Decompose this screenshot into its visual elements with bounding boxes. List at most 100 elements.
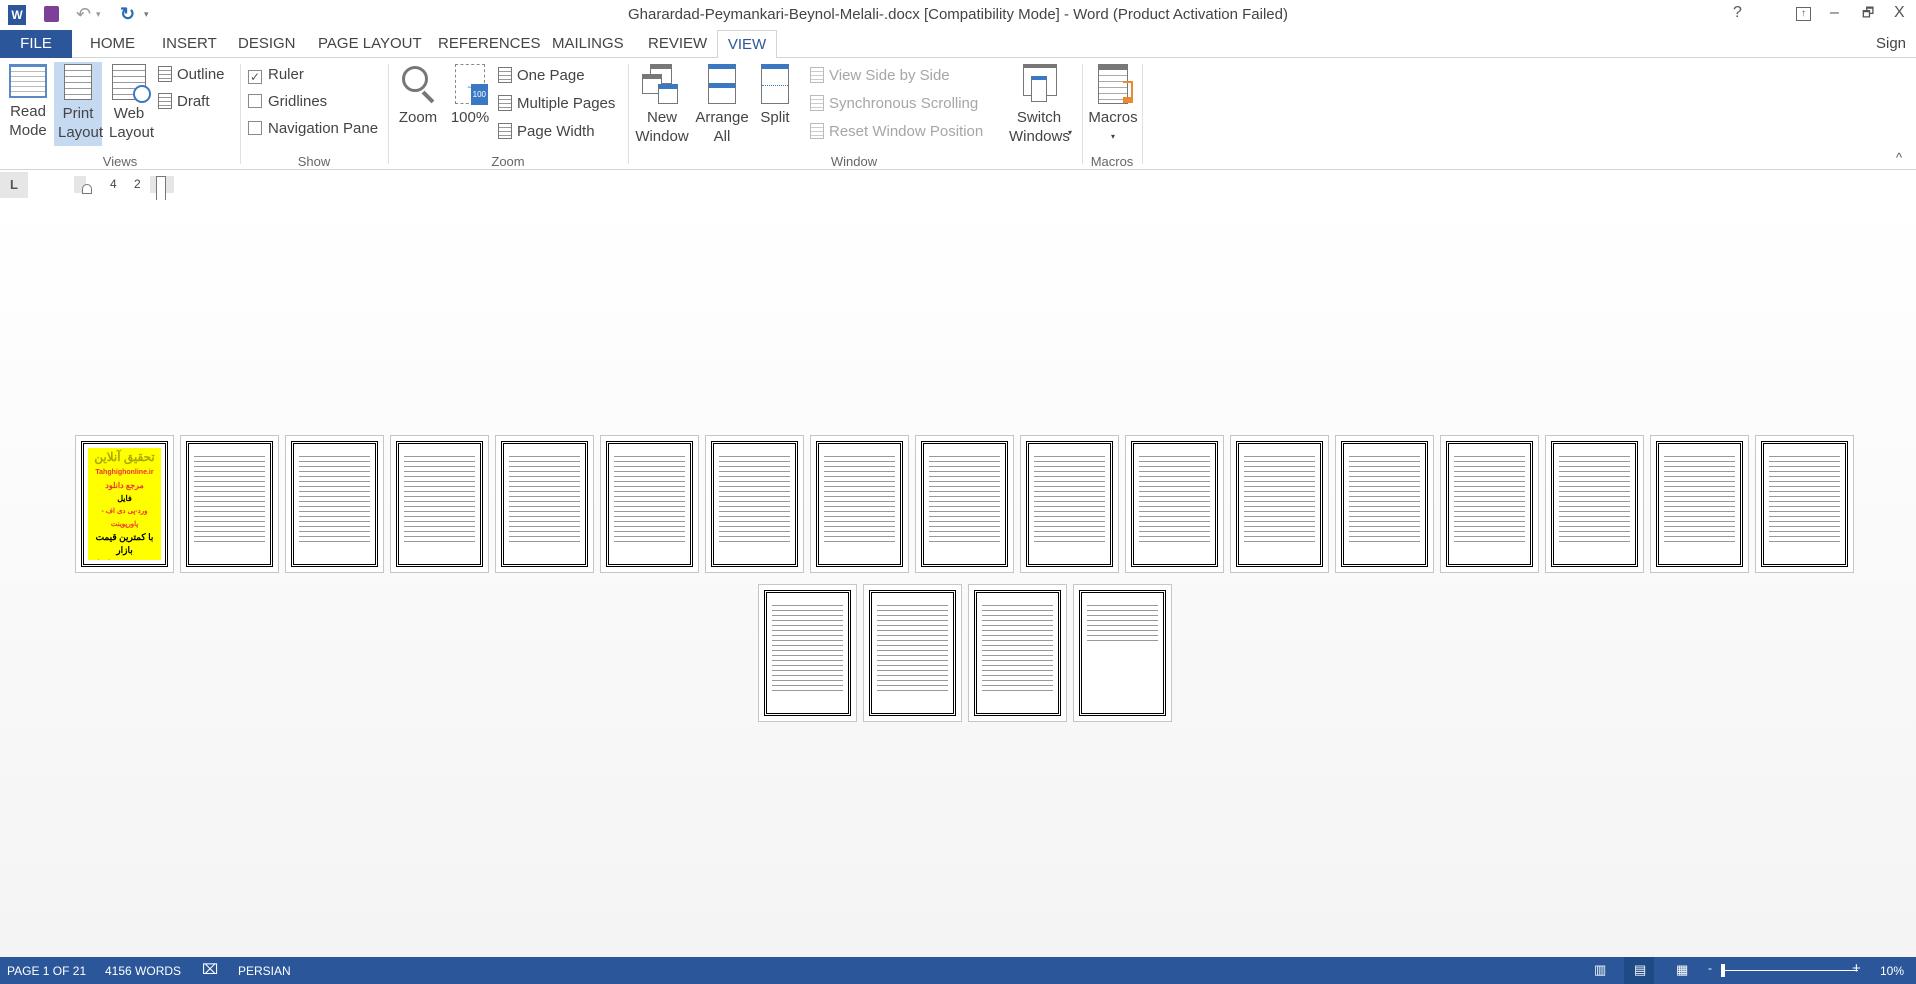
one-page-button[interactable]: One Page	[498, 65, 585, 87]
zoom-in-icon[interactable]: +	[1852, 960, 1861, 977]
page-width-button[interactable]: Page Width	[498, 121, 595, 143]
page-thumbnail[interactable]: تحقیق آنلاین Tahghighonline.ir مرجع دانلود…	[75, 435, 174, 573]
page-thumbnail[interactable]	[968, 584, 1067, 722]
page-thumbnail[interactable]	[915, 435, 1014, 573]
page-thumbnail[interactable]	[1230, 435, 1329, 573]
synchronous-scrolling-label: Synchronous Scrolling	[829, 95, 979, 112]
zoom-100-button[interactable]: →100 100%	[446, 64, 494, 127]
page-text-lines	[1349, 452, 1420, 544]
zoom-level[interactable]: 10%	[1880, 964, 1904, 978]
gridlines-label: Gridlines	[268, 93, 328, 110]
zoom-slider-thumb[interactable]	[1721, 964, 1726, 977]
page-border	[921, 441, 1008, 567]
page-text-lines	[1244, 452, 1315, 544]
page-border	[1079, 590, 1166, 716]
macros-button[interactable]: Macros ▾	[1086, 64, 1140, 146]
checkbox-unchecked-icon	[248, 94, 262, 108]
page-count[interactable]: PAGE 1 OF 21	[7, 964, 86, 978]
tab-review[interactable]: REVIEW	[640, 30, 715, 58]
page-thumbnail[interactable]	[285, 435, 384, 573]
draft-button[interactable]: Draft	[158, 91, 210, 113]
tab-file[interactable]: FILE	[0, 30, 72, 58]
page-border: تحقیق آنلاین Tahghighonline.ir مرجع دانلود…	[81, 441, 168, 567]
dropdown-arrow-icon: ▾	[1110, 132, 1115, 141]
arrange-all-button[interactable]: Arrange All	[692, 64, 752, 146]
page-thumbnail[interactable]	[1335, 435, 1434, 573]
web-layout-button[interactable]: Web Layout	[104, 64, 154, 142]
ribbon-display-options-button[interactable]: ↑	[1796, 7, 1811, 21]
reset-window-position-button[interactable]: Reset Window Position	[810, 121, 983, 143]
web-layout-view-icon[interactable]: ▦	[1676, 962, 1688, 978]
close-button[interactable]: X	[1894, 4, 1905, 22]
tab-design[interactable]: DESIGN	[230, 30, 304, 58]
read-mode-icon	[9, 64, 47, 98]
page-thumbnail[interactable]	[1073, 584, 1172, 722]
page-thumbnail[interactable]	[863, 584, 962, 722]
tab-insert[interactable]: INSERT	[154, 30, 225, 58]
navigation-pane-checkbox[interactable]: Navigation Pane	[248, 118, 378, 140]
tab-mailings[interactable]: MAILINGS	[544, 30, 632, 58]
side-by-side-icon	[810, 67, 824, 83]
split-button[interactable]: Split	[752, 64, 798, 127]
multiple-pages-button[interactable]: Multiple Pages	[498, 93, 615, 115]
collapse-ribbon-button[interactable]: ^	[1896, 150, 1902, 165]
page-thumbnail[interactable]	[1650, 435, 1749, 573]
page-thumbnail[interactable]	[495, 435, 594, 573]
minimize-button[interactable]: –	[1830, 4, 1839, 22]
tab-home[interactable]: HOME	[82, 30, 143, 58]
help-button[interactable]: ?	[1733, 4, 1742, 22]
page-thumbnail[interactable]	[1755, 435, 1854, 573]
page-thumbnail[interactable]	[810, 435, 909, 573]
new-window-button[interactable]: New Window	[632, 64, 692, 146]
tab-view[interactable]: VIEW	[717, 30, 777, 59]
status-bar: PAGE 1 OF 21 4156 WORDS ⌧ PERSIAN ▥ ▤ ▦ …	[0, 957, 1916, 984]
proofing-icon[interactable]: ⌧	[202, 961, 218, 978]
switch-windows-button[interactable]: Switch Windows ▾	[996, 64, 1082, 146]
tab-references[interactable]: REFERENCES	[430, 30, 549, 58]
page-thumbnail[interactable]	[705, 435, 804, 573]
page-thumbnail[interactable]	[600, 435, 699, 573]
maximize-button[interactable]: 🗗	[1862, 4, 1874, 26]
document-area[interactable]	[0, 200, 1916, 957]
zoom-out-icon[interactable]: -	[1708, 961, 1712, 975]
sign-in-link[interactable]: Sign in	[1868, 30, 1916, 80]
word-count[interactable]: 4156 WORDS	[105, 964, 181, 978]
horizontal-ruler[interactable]: 4 2	[74, 176, 174, 202]
read-mode-label: Read Mode	[9, 103, 47, 139]
page-thumbnail[interactable]	[1020, 435, 1119, 573]
read-mode-button[interactable]: Read Mode	[5, 64, 51, 140]
page-border	[1446, 441, 1533, 567]
multiple-pages-icon	[498, 95, 512, 111]
page-border	[396, 441, 483, 567]
divider	[240, 64, 241, 164]
tab-page-layout[interactable]: PAGE LAYOUT	[310, 30, 430, 58]
outline-button[interactable]: Outline	[158, 64, 225, 86]
page-thumbnail[interactable]	[1440, 435, 1539, 573]
checkbox-unchecked-icon	[248, 121, 262, 135]
synchronous-scrolling-button[interactable]: Synchronous Scrolling	[810, 93, 978, 115]
left-indent-marker[interactable]	[82, 184, 92, 194]
page-thumbnail[interactable]	[180, 435, 279, 573]
reset-window-position-label: Reset Window Position	[829, 123, 984, 140]
zoom-slider[interactable]	[1722, 970, 1858, 971]
tab-selector[interactable]: L	[0, 172, 28, 198]
ruler-number: 4	[110, 177, 117, 191]
read-mode-view-icon[interactable]: ▥	[1594, 962, 1606, 978]
page-width-label: Page Width	[517, 123, 595, 140]
page-thumbnail[interactable]	[1125, 435, 1224, 573]
zoom-button[interactable]: Zoom	[394, 64, 442, 127]
page-thumbnail[interactable]	[1545, 435, 1644, 573]
language-indicator[interactable]: PERSIAN	[238, 964, 291, 978]
window-title: Gharardad-Peymankari-Beynol-Melali-.docx…	[628, 6, 1288, 23]
view-side-by-side-button[interactable]: View Side by Side	[810, 65, 950, 87]
dropdown-arrow-icon: ▾	[1067, 128, 1072, 137]
new-window-icon	[642, 64, 682, 104]
ruler-checkbox[interactable]: ✓ Ruler	[248, 64, 304, 86]
page-width-icon	[498, 123, 512, 139]
gridlines-checkbox[interactable]: Gridlines	[248, 91, 327, 113]
page-thumbnail[interactable]	[758, 584, 857, 722]
print-layout-button[interactable]: Print Layout	[54, 62, 103, 146]
arrange-all-label: Arrange All	[695, 109, 749, 145]
page-thumbnail[interactable]	[390, 435, 489, 573]
right-indent-marker[interactable]	[156, 176, 166, 202]
